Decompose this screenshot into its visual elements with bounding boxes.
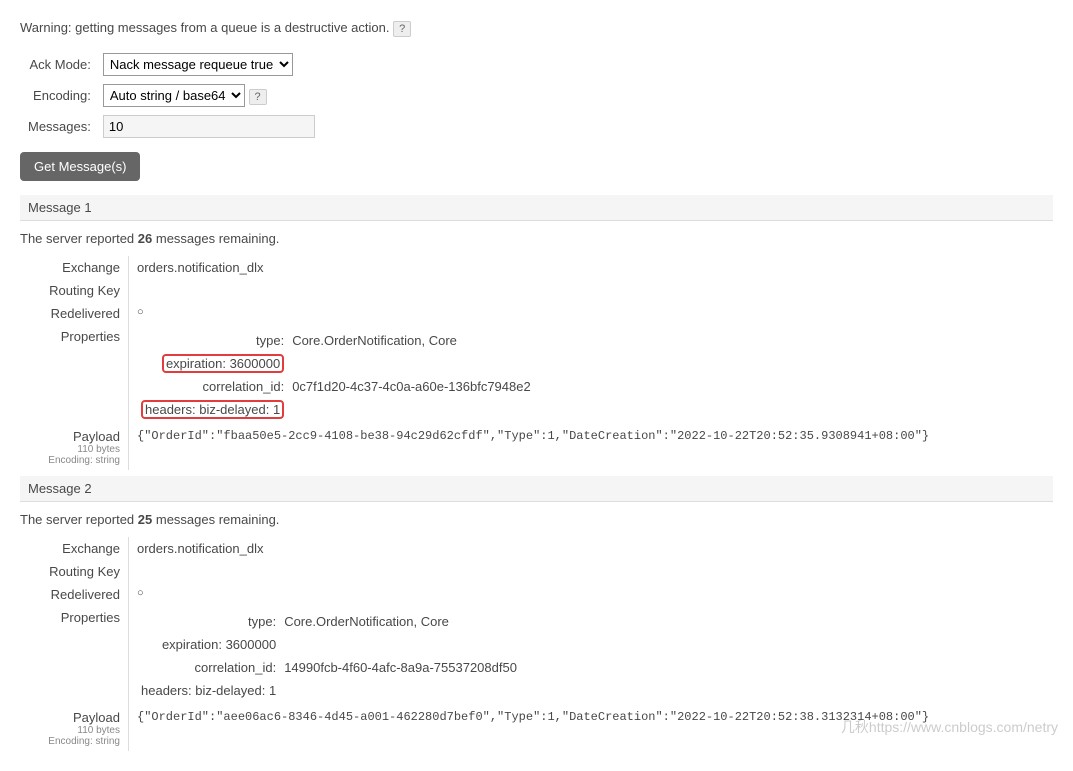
redelivered-value: ○: [128, 302, 1053, 325]
routing-key-label: Routing Key: [20, 279, 128, 302]
message-detail-table: Exchange orders.notification_dlx Routing…: [20, 256, 1053, 470]
properties-table: type: Core.OrderNotification, Core expir…: [137, 329, 535, 421]
message-header: Message 1: [20, 195, 1053, 221]
exchange-value: orders.notification_dlx: [128, 537, 1053, 560]
prop-correlation-id-value: 0c7f1d20-4c37-4c0a-a60e-136bfc7948e2: [288, 375, 535, 398]
encoding-label: Encoding:: [24, 82, 95, 109]
prop-type-value: Core.OrderNotification, Core: [288, 329, 535, 352]
payload-encoding: Encoding: string: [20, 736, 120, 747]
payload-value: {"OrderId":"fbaa50e5-2cc9-4108-be38-94c2…: [128, 425, 1053, 470]
properties-label: Properties: [20, 606, 128, 706]
prop-expiration-label: expiration:: [166, 356, 226, 371]
payload-label: Payload: [20, 710, 120, 725]
prop-expiration-value: 3600000: [226, 637, 277, 652]
prop-headers-sub-value: 1: [273, 402, 280, 417]
routing-key-label: Routing Key: [20, 560, 128, 583]
payload-label: Payload: [20, 429, 120, 444]
ack-mode-label: Ack Mode:: [24, 51, 95, 78]
payload-size: 110 bytes: [20, 725, 120, 736]
messages-input[interactable]: [103, 115, 315, 138]
prop-headers-label: headers:: [145, 402, 196, 417]
payload-size: 110 bytes: [20, 444, 120, 455]
prop-type-label: type:: [137, 610, 280, 633]
watermark: 几秋https://www.cnblogs.com/netry: [841, 717, 1058, 737]
payload-encoding: Encoding: string: [20, 455, 120, 466]
encoding-select[interactable]: Auto string / base64: [103, 84, 245, 107]
ack-mode-select[interactable]: Nack message requeue true: [103, 53, 293, 76]
exchange-label: Exchange: [20, 256, 128, 279]
warning-text: Warning: getting messages from a queue i…: [20, 20, 389, 35]
server-report: The server reported 25 messages remainin…: [20, 502, 1053, 537]
messages-label: Messages:: [24, 113, 95, 140]
prop-type-value: Core.OrderNotification, Core: [280, 610, 521, 633]
form-table: Ack Mode: Nack message requeue true Enco…: [20, 47, 323, 144]
prop-correlation-id-label: correlation_id:: [137, 375, 288, 398]
redelivered-value: ○: [128, 583, 1053, 606]
redelivered-label: Redelivered: [20, 302, 128, 325]
routing-key-value: [128, 560, 1053, 583]
prop-correlation-id-value: 14990fcb-4f60-4afc-8a9a-75537208df50: [280, 656, 521, 679]
properties-table: type: Core.OrderNotification, Core expir…: [137, 610, 521, 702]
prop-headers-sub-label: biz-delayed:: [199, 402, 269, 417]
message-header: Message 2: [20, 476, 1053, 502]
prop-headers-sub-label: biz-delayed:: [195, 683, 265, 698]
properties-label: Properties: [20, 325, 128, 425]
help-icon[interactable]: ?: [393, 21, 411, 37]
exchange-value: orders.notification_dlx: [128, 256, 1053, 279]
get-messages-button[interactable]: Get Message(s): [20, 152, 140, 181]
exchange-label: Exchange: [20, 537, 128, 560]
prop-type-label: type:: [137, 329, 288, 352]
redelivered-label: Redelivered: [20, 583, 128, 606]
prop-expiration-label: expiration:: [162, 637, 222, 652]
server-report: The server reported 26 messages remainin…: [20, 221, 1053, 256]
prop-expiration-value: 3600000: [230, 356, 281, 371]
routing-key-value: [128, 279, 1053, 302]
help-icon[interactable]: ?: [249, 89, 267, 105]
message-block: Message 1 The server reported 26 message…: [20, 195, 1053, 470]
prop-correlation-id-label: correlation_id:: [137, 656, 280, 679]
prop-headers-label: headers:: [141, 683, 192, 698]
prop-headers-sub-value: 1: [269, 683, 276, 698]
message-block: Message 2 The server reported 25 message…: [20, 476, 1053, 751]
